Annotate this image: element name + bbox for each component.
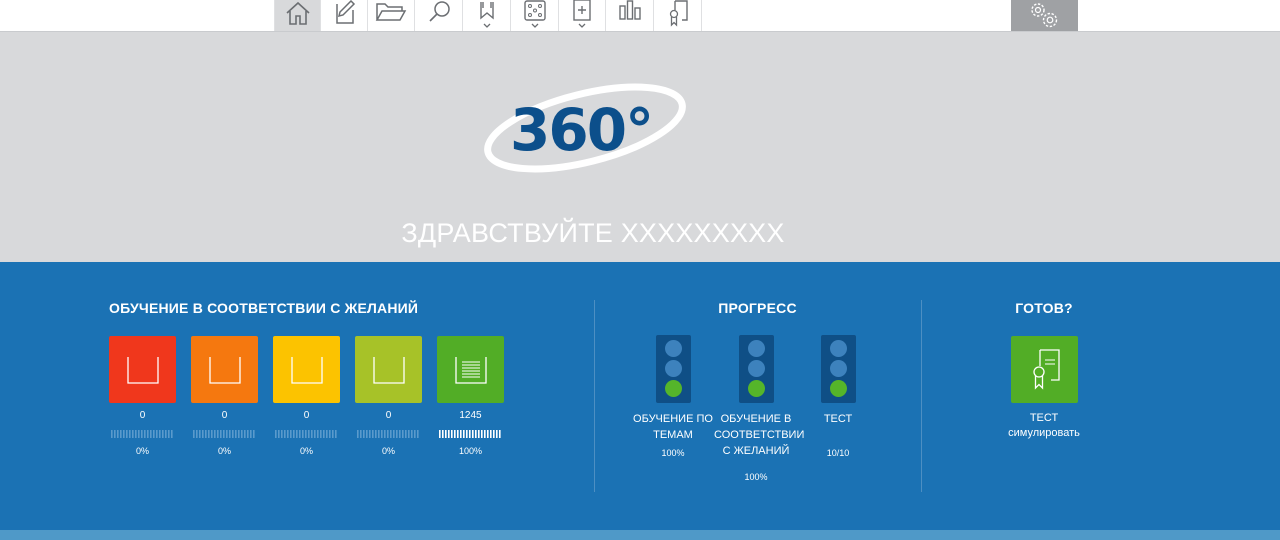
traffic-light-icon	[656, 335, 691, 403]
greeting-heading: ЗДРАВСТВУЙТЕ XXXXXXXXX	[401, 218, 785, 248]
certificate-icon	[1032, 348, 1060, 390]
tile-count: 0	[303, 410, 310, 421]
tile-percent: 100%	[458, 446, 483, 456]
progress-section-title: ПРОГРЕСС	[718, 300, 797, 316]
certificate-button[interactable]	[655, 0, 702, 31]
home-icon	[285, 1, 310, 25]
tile-progress-bar	[439, 430, 501, 438]
edit-icon	[336, 0, 356, 24]
traffic-light-icon	[739, 335, 774, 403]
lamp-off	[830, 360, 847, 377]
empty-box-icon	[126, 356, 159, 384]
lamp-off	[748, 360, 765, 377]
progress-label: ОБУЧЕНИЕ ПО ТЕМАМ	[633, 413, 713, 441]
settings-button[interactable]	[1011, 0, 1078, 31]
empty-box-icon	[208, 356, 241, 384]
footer-strip	[0, 530, 1280, 540]
edit-button[interactable]	[321, 0, 368, 31]
tile-progress-bar	[193, 430, 255, 438]
gears-icon	[1030, 2, 1057, 27]
tile-progress-bar	[275, 430, 337, 438]
section-divider	[594, 300, 595, 492]
simulate-label: симулировать	[1008, 427, 1080, 439]
tile-progress-bar	[111, 430, 173, 438]
top-toolbar	[0, 0, 1280, 32]
tile-count: 0	[139, 410, 146, 421]
search-button[interactable]	[416, 0, 463, 31]
progress-value: 100%	[744, 472, 768, 482]
tile-percent: 0%	[299, 446, 313, 456]
section-divider	[921, 300, 922, 492]
dashboard-panel: ОБУЧЕНИЕ В СООТВЕТСТВИИ С ЖЕЛАНИЙ 0 0% 0 0%…	[0, 262, 1280, 530]
add-document-dropdown-button[interactable]	[559, 0, 606, 31]
bookmark-dropdown-icon	[480, 2, 494, 28]
tile-count: 0	[221, 410, 228, 421]
hero-banner: 360° ЗДРАВСТВУЙТЕ XXXXXXXXX	[0, 32, 1280, 262]
document-list-icon	[454, 356, 487, 384]
tile-percent: 0%	[135, 446, 149, 456]
bar-chart-icon	[619, 0, 641, 20]
lamp-off	[665, 340, 682, 357]
test-simulation-tile[interactable]	[1011, 336, 1078, 403]
lamp-off	[665, 360, 682, 377]
tile-progress-bar	[357, 430, 419, 438]
learning-tile[interactable]	[109, 336, 176, 403]
folder-icon	[375, 3, 407, 21]
tile-count: 0	[385, 410, 392, 421]
learning-tile[interactable]	[437, 336, 504, 403]
tile-percent: 0%	[217, 446, 231, 456]
open-folder-button[interactable]	[368, 0, 415, 31]
progress-label: ОБУЧЕНИЕ В СООТВЕТСТВИИ С ЖЕЛАНИЙ	[714, 413, 805, 457]
learning-tile[interactable]	[355, 336, 422, 403]
tile-count: 1245	[459, 410, 482, 421]
learning-tile[interactable]	[191, 336, 258, 403]
progress-value: 100%	[661, 448, 685, 458]
learning-tile[interactable]	[273, 336, 340, 403]
lamp-on	[665, 380, 682, 397]
test-label: ТЕСТ	[1029, 412, 1059, 424]
statistics-button[interactable]	[607, 0, 654, 31]
test-simulation-label[interactable]: ТЕСТ симулировать	[984, 411, 1104, 441]
search-icon	[429, 1, 450, 22]
progress-value: 10/10	[826, 448, 850, 458]
logo-text: 360°	[510, 96, 652, 164]
lamp-on	[830, 380, 847, 397]
dice-dropdown-button[interactable]	[512, 0, 559, 31]
add-document-dropdown-icon	[573, 0, 591, 28]
lamp-off	[748, 340, 765, 357]
empty-box-icon	[372, 356, 405, 384]
home-button[interactable]	[274, 0, 321, 31]
certificate-icon	[669, 0, 688, 27]
bookmark-dropdown-button[interactable]	[464, 0, 511, 31]
progress-label: ТЕСТ	[823, 413, 853, 425]
tile-percent: 0%	[381, 446, 395, 456]
ready-section-title: ГОТОВ?	[1015, 300, 1073, 316]
lamp-on	[748, 380, 765, 397]
learning-section-title: ОБУЧЕНИЕ В СООТВЕТСТВИИ С ЖЕЛАНИЙ	[109, 300, 419, 316]
lamp-off	[830, 340, 847, 357]
traffic-light-icon	[821, 335, 856, 403]
empty-box-icon	[290, 356, 323, 384]
logo-360: 360°	[484, 83, 686, 173]
dice-dropdown-icon	[524, 0, 546, 28]
